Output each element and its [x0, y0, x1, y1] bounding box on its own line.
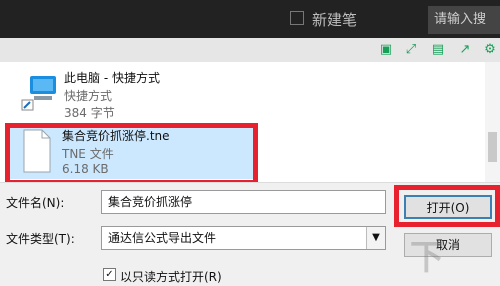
scrollbar[interactable] — [485, 62, 500, 182]
gear-icon[interactable]: ⚙ — [482, 42, 498, 58]
computer-icon — [21, 76, 56, 111]
filename-label: 文件名(N): — [6, 196, 65, 210]
app-title: 新建笔 — [312, 11, 358, 29]
scrollbar-thumb[interactable] — [488, 132, 497, 162]
app-header: 新建笔 请输入搜 — [0, 0, 500, 38]
filename-field[interactable]: 集合竞价抓涨停 — [101, 190, 386, 214]
file-type: 快捷方式 — [64, 89, 113, 103]
search-input[interactable]: 请输入搜 — [428, 6, 500, 34]
note-icon — [290, 11, 304, 25]
filetype-value: 通达信公式导出文件 — [108, 231, 217, 245]
clipboard-icon[interactable]: ▣ — [378, 42, 394, 58]
save-icon[interactable]: ▤ — [430, 42, 446, 58]
highlight-box-open — [394, 185, 500, 227]
expand-icon[interactable]: ⤢ — [403, 42, 419, 58]
file-size: 384 字节 — [64, 106, 115, 120]
filetype-label: 文件类型(T): — [6, 232, 75, 246]
chevron-down-icon[interactable]: ▼ — [366, 227, 385, 249]
toolbar: ▣ ⤢ ▤ ↗ ⚙ — [0, 38, 500, 63]
highlight-box-file — [5, 123, 258, 185]
share-icon[interactable]: ↗ — [457, 42, 473, 58]
file-name: 此电脑 - 快捷方式 — [64, 71, 160, 85]
filetype-select[interactable]: 通达信公式导出文件 ▼ — [101, 226, 386, 250]
list-item[interactable]: 此电脑 - 快捷方式 快捷方式 384 字节 — [12, 66, 482, 121]
readonly-label: 以只读方式打开(R) — [120, 270, 222, 284]
readonly-checkbox[interactable]: ✓ — [103, 268, 116, 281]
watermark-logo: 下 — [410, 238, 444, 278]
